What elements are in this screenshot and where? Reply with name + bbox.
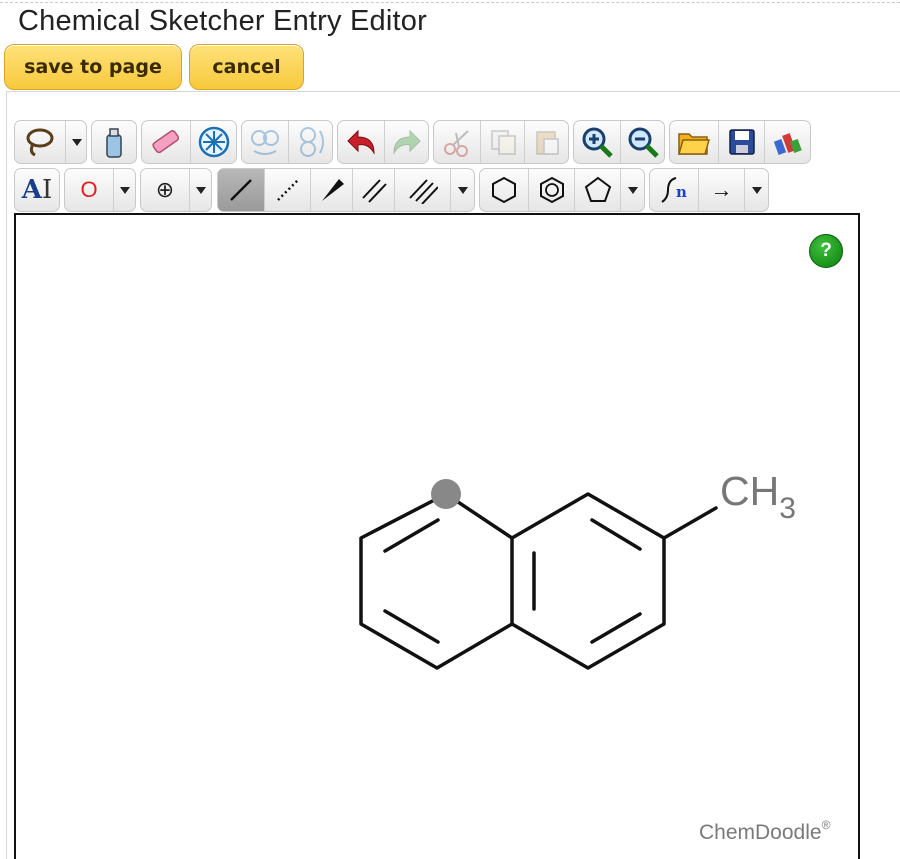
double-bond-inner-2 [383, 609, 440, 644]
double-bond-inner-1 [383, 518, 440, 553]
double-bond-inner-5 [590, 612, 642, 644]
methyl-label: CH3 [720, 468, 796, 524]
double-bond-inner-4 [590, 518, 642, 551]
brand-name: ChemDoodle [699, 821, 822, 844]
methyl-text: CH [720, 468, 780, 514]
methyl-bond [662, 506, 718, 540]
selected-atom-marker [431, 479, 461, 509]
molecule-drawing [359, 479, 718, 670]
methyl-subscript: 3 [779, 492, 796, 526]
brand-mark: ® [821, 818, 831, 832]
chemdoodle-brand: ChemDoodle® [699, 818, 831, 845]
